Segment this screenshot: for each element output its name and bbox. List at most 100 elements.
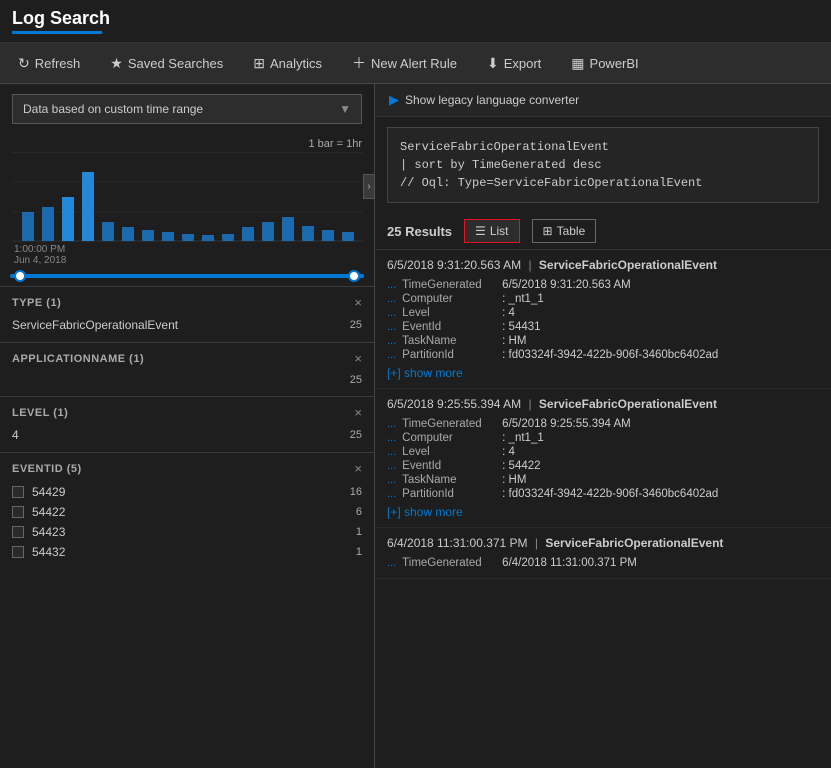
facet-checkbox-name: 54423 (32, 525, 348, 539)
query-line-2: | sort by TimeGenerated desc (400, 156, 806, 174)
field-name: Computer (402, 293, 502, 305)
expand-dots[interactable]: ... (387, 432, 396, 444)
field-name: TaskName (402, 335, 502, 347)
facet-close-applicationname[interactable]: × (354, 351, 362, 366)
facet-row: 25 (12, 372, 362, 388)
facet-header-level: LEVEL (1) × (12, 405, 362, 420)
table-icon: ⊞ (543, 224, 553, 238)
expand-dots[interactable]: ... (387, 279, 396, 291)
result-entry: 6/5/2018 9:25:55.394 AM | ServiceFabricO… (375, 389, 831, 528)
result-timestamp: 6/5/2018 9:31:20.563 AM (387, 258, 521, 272)
facet-title-level: LEVEL (1) (12, 407, 68, 419)
result-field: ...PartitionId : fd03324f-3942-422b-906f… (387, 348, 819, 362)
facet-checkbox-count: 1 (356, 546, 362, 558)
facet-checkbox-count: 1 (356, 526, 362, 538)
facet-section-applicationname: APPLICATIONNAME (1)× 25 (0, 342, 374, 396)
slider-left-thumb[interactable] (14, 270, 26, 282)
field-name: TimeGenerated (402, 557, 502, 569)
result-timestamp: 6/4/2018 11:31:00.371 PM (387, 536, 528, 550)
plus-icon: ＋ (352, 53, 366, 73)
table-view-button[interactable]: ⊞ Table (532, 219, 597, 243)
expand-dots[interactable]: ... (387, 488, 396, 500)
slider-right-thumb[interactable] (348, 270, 360, 282)
result-field: ...Level : 4 (387, 306, 819, 320)
facet-checkbox[interactable] (12, 486, 24, 498)
result-event-type: ServiceFabricOperationalEvent (539, 397, 717, 411)
field-value: : 54431 (502, 321, 540, 333)
expand-dots[interactable]: ... (387, 321, 396, 333)
export-button[interactable]: ⬇ Export (481, 51, 547, 76)
expand-dots[interactable]: ... (387, 446, 396, 458)
facet-checkbox[interactable] (12, 546, 24, 558)
field-value: : _nt1_1 (502, 293, 544, 305)
chart-axis-label: 1:00:00 PM Jun 4, 2018 (12, 244, 362, 266)
expand-dots[interactable]: ... (387, 335, 396, 347)
expand-dots[interactable]: ... (387, 418, 396, 430)
expand-dots[interactable]: ... (387, 460, 396, 472)
time-range-label: Data based on custom time range (23, 102, 203, 116)
field-value: : 54422 (502, 460, 540, 472)
facet-checkbox[interactable] (12, 506, 24, 518)
field-name: TaskName (402, 474, 502, 486)
result-header: 6/5/2018 9:31:20.563 AM | ServiceFabricO… (387, 258, 819, 272)
result-field: ...TimeGenerated 6/5/2018 9:31:20.563 AM (387, 278, 819, 292)
legacy-banner[interactable]: ▶ Show legacy language converter (375, 84, 831, 117)
refresh-button[interactable]: ↻ Refresh (12, 51, 86, 76)
facets-container: TYPE (1) × ServiceFabricOperationalEvent25… (0, 286, 374, 570)
field-value: : 4 (502, 307, 515, 319)
facet-title-type: TYPE (1) (12, 297, 61, 309)
facet-checkbox-name: 54432 (32, 545, 348, 559)
facet-title-eventid: EVENTID (5) (12, 463, 82, 475)
title-bar: Log Search (0, 0, 831, 43)
powerbi-button[interactable]: ▦ PowerBI (565, 51, 644, 76)
facet-row-count: 25 (350, 374, 362, 386)
field-name: TimeGenerated (402, 279, 502, 291)
list-view-button[interactable]: ☰ List (464, 219, 519, 243)
facet-close-level[interactable]: × (354, 405, 362, 420)
field-value: : HM (502, 474, 526, 486)
result-field: ...EventId : 54422 (387, 459, 819, 473)
analytics-button[interactable]: ⊞ Analytics (247, 51, 328, 76)
powerbi-icon: ▦ (571, 55, 584, 72)
expand-dots[interactable]: ... (387, 474, 396, 486)
result-field: ...EventId : 54431 (387, 320, 819, 334)
slider-track (10, 274, 364, 278)
refresh-icon: ↻ (18, 55, 30, 72)
field-name: PartitionId (402, 349, 502, 361)
saved-searches-button[interactable]: ★ Saved Searches (104, 51, 229, 76)
expand-dots[interactable]: ... (387, 307, 396, 319)
show-more-button[interactable]: [+] show more (387, 366, 463, 380)
left-panel: Data based on custom time range ▼ 1 bar … (0, 84, 375, 768)
expand-dots[interactable]: ... (387, 557, 396, 569)
expand-dots[interactable]: ... (387, 293, 396, 305)
facet-checkbox[interactable] (12, 526, 24, 538)
result-entry: 6/4/2018 11:31:00.371 PM | ServiceFabric… (375, 528, 831, 579)
chevron-down-icon: ▼ (339, 102, 351, 116)
result-header: 6/4/2018 11:31:00.371 PM | ServiceFabric… (387, 536, 819, 550)
legacy-banner-text: Show legacy language converter (405, 93, 579, 107)
facet-row-name: 4 (12, 428, 19, 442)
expand-dots[interactable]: ... (387, 349, 396, 361)
field-name: PartitionId (402, 488, 502, 500)
result-event-type: ServiceFabricOperationalEvent (545, 536, 723, 550)
facet-row-count: 25 (350, 319, 362, 331)
facet-close-eventid[interactable]: × (354, 461, 362, 476)
facet-row: ServiceFabricOperationalEvent25 (12, 316, 362, 334)
facet-close-type[interactable]: × (354, 295, 362, 310)
new-alert-rule-button[interactable]: ＋ New Alert Rule (346, 49, 463, 77)
show-more-button[interactable]: [+] show more (387, 505, 463, 519)
facet-header-applicationname: APPLICATIONNAME (1)× (12, 351, 362, 366)
time-range-selector[interactable]: Data based on custom time range ▼ (12, 94, 362, 124)
star-icon: ★ (110, 55, 123, 72)
facet-checkbox-row: 54432 1 (12, 542, 362, 562)
chart-bar-label: 1 bar = 1hr (12, 138, 362, 150)
facet-checkbox-row: 5442916 (12, 482, 362, 502)
field-value: : HM (502, 335, 526, 347)
query-box[interactable]: ServiceFabricOperationalEvent | sort by … (387, 127, 819, 203)
slider-container[interactable] (0, 270, 374, 286)
result-field: ...Level : 4 (387, 445, 819, 459)
result-timestamp: 6/5/2018 9:25:55.394 AM (387, 397, 521, 411)
collapse-panel-button[interactable]: › (363, 174, 375, 199)
facet-checkbox-count: 6 (356, 506, 362, 518)
results-bar: 25 Results ☰ List ⊞ Table (375, 213, 831, 250)
